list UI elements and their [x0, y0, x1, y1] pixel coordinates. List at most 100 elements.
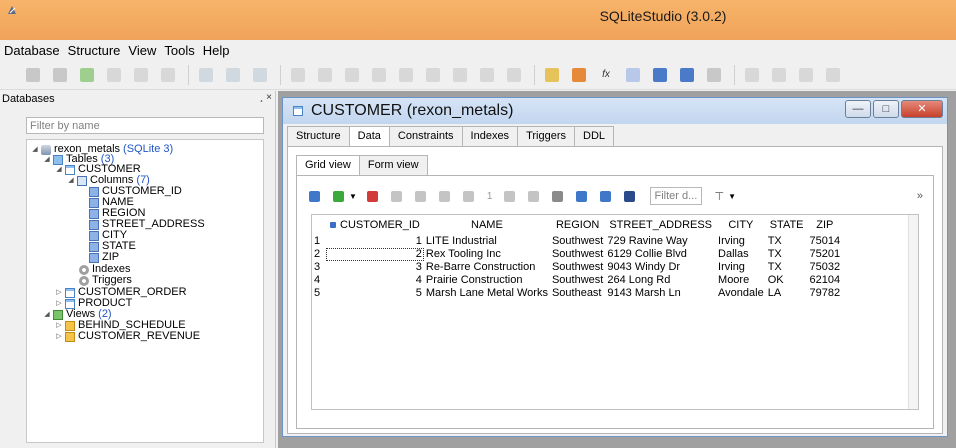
row-number[interactable]: 2	[312, 248, 326, 261]
tree-view-customer-revenue[interactable]: ▷ CUSTOMER_REVENUE	[55, 330, 200, 343]
column-header[interactable]: CUSTOMER_ID	[326, 215, 424, 235]
menu-database[interactable]: Database	[4, 43, 60, 58]
table-cell[interactable]: Southwest	[550, 261, 605, 274]
tab-constraints[interactable]: Constraints	[388, 126, 463, 146]
table-cell[interactable]: 5	[326, 287, 424, 300]
commit-icon[interactable]	[390, 190, 402, 202]
table-cell[interactable]: 9043 Windy Dr	[605, 261, 716, 274]
delete-row-icon[interactable]	[366, 190, 378, 202]
table-cell[interactable]: Prairie Construction	[424, 274, 550, 287]
tile-horizontal-icon[interactable]	[772, 67, 786, 82]
table-cell[interactable]: Rex Tooling Inc	[424, 248, 550, 261]
table-cell[interactable]: Irving	[716, 235, 766, 248]
column-header[interactable]: REGION	[549, 215, 606, 235]
add-db-icon[interactable]	[80, 67, 94, 82]
expanded-arrow-icon[interactable]: ◢	[55, 163, 63, 176]
grid-scrollbar[interactable]	[908, 215, 918, 409]
delete-view-icon[interactable]	[507, 67, 521, 82]
tile-vertical-icon[interactable]	[799, 67, 813, 82]
table-cell[interactable]: OK	[766, 274, 808, 287]
refresh-icon[interactable]	[309, 190, 320, 202]
filter-mode-dropdown-icon[interactable]: ▼	[728, 192, 736, 201]
functions-icon[interactable]: fx	[599, 68, 613, 82]
db-filter-input[interactable]	[26, 117, 264, 134]
delete-trigger-icon[interactable]	[426, 67, 440, 82]
table-cell[interactable]: 2	[326, 248, 424, 261]
table-cell[interactable]: Dallas	[716, 248, 766, 261]
edit-view-icon[interactable]	[480, 67, 494, 82]
tab-form-view[interactable]: Form view	[358, 155, 428, 175]
data-filter-input[interactable]	[650, 187, 703, 205]
more-tools-icon[interactable]: »	[917, 190, 923, 202]
table-cell[interactable]: Southwest	[550, 235, 605, 248]
column-header[interactable]: CITY	[716, 215, 766, 235]
menu-structure[interactable]: Structure	[68, 43, 121, 58]
import-icon[interactable]	[572, 67, 586, 82]
create-index-icon[interactable]	[291, 67, 305, 82]
first-page-icon[interactable]	[438, 190, 450, 202]
column-header[interactable]: STATE	[765, 215, 808, 235]
table-cell[interactable]: TX	[766, 235, 808, 248]
edit-trigger-icon[interactable]	[399, 67, 413, 82]
next-page-icon[interactable]	[504, 190, 516, 202]
table-cell[interactable]: 3	[326, 261, 424, 274]
configure-icon[interactable]	[707, 67, 721, 82]
close-button[interactable]: ✕	[901, 100, 943, 118]
dock-float-close-icon[interactable]: ¸ ×	[260, 92, 272, 103]
table-cell[interactable]: Southwest	[550, 248, 605, 261]
table-cell[interactable]: TX	[766, 261, 808, 274]
expanded-arrow-icon[interactable]: ◢	[31, 143, 39, 156]
last-page-icon[interactable]	[528, 190, 540, 202]
table-cell[interactable]: 4	[326, 274, 424, 287]
create-trigger-icon[interactable]	[372, 67, 386, 82]
minimize-button[interactable]: —	[845, 100, 871, 118]
clear-filter-icon[interactable]	[624, 190, 636, 202]
table-cell[interactable]: 9143 Marsh Ln	[605, 287, 716, 300]
edit-index-icon[interactable]	[318, 67, 332, 82]
cascade-windows-icon[interactable]	[826, 67, 840, 82]
tab-ddl[interactable]: DDL	[574, 126, 615, 146]
table-cell[interactable]: LITE Industrial	[424, 235, 550, 248]
remove-db-icon[interactable]	[134, 67, 148, 82]
table-cell[interactable]: 62104	[808, 274, 843, 287]
tab-triggers[interactable]: Triggers	[517, 126, 575, 146]
collapsed-arrow-icon[interactable]: ▷	[55, 330, 63, 343]
collations-icon[interactable]	[626, 67, 640, 82]
table-cell[interactable]: TX	[766, 248, 808, 261]
table-cell[interactable]: Re-Barre Construction	[424, 261, 550, 274]
rollback-icon[interactable]	[414, 190, 426, 202]
table-cell[interactable]: 75201	[808, 248, 843, 261]
table-cell[interactable]: 1	[326, 235, 424, 248]
menu-tools[interactable]: Tools	[164, 43, 194, 58]
edit-table-icon[interactable]	[226, 67, 240, 82]
connect-db-icon[interactable]	[26, 67, 40, 82]
edit-db-icon[interactable]	[107, 67, 121, 82]
expanded-arrow-icon[interactable]: ◢	[43, 308, 51, 321]
create-view-icon[interactable]	[453, 67, 467, 82]
table-cell[interactable]: Marsh Lane Metal Works	[424, 287, 550, 300]
insert-row-icon[interactable]	[333, 190, 344, 202]
row-number[interactable]: 3	[312, 261, 326, 274]
tab-indexes[interactable]: Indexes	[461, 126, 519, 146]
sql-editor-icon[interactable]	[545, 67, 559, 82]
filter-mode-icon[interactable]: ⊤	[714, 190, 724, 203]
tabs-on-top-icon[interactable]	[576, 190, 588, 202]
delete-index-icon[interactable]	[345, 67, 359, 82]
tab-grid-view[interactable]: Grid view	[296, 155, 360, 176]
table-cell[interactable]: 75014	[808, 235, 843, 248]
row-number[interactable]: 4	[312, 274, 326, 287]
tile-windows-icon[interactable]	[745, 67, 759, 82]
table-cell[interactable]: 79782	[808, 287, 843, 300]
table-cell[interactable]: Southeast	[550, 287, 605, 300]
maximize-button[interactable]: □	[873, 100, 899, 118]
table-cell[interactable]: Southwest	[550, 274, 605, 287]
create-table-icon[interactable]	[199, 67, 213, 82]
extensions-icon[interactable]	[680, 67, 694, 82]
expanded-arrow-icon[interactable]: ◢	[67, 174, 75, 187]
export-icon[interactable]	[653, 67, 667, 82]
tab-data[interactable]: Data	[348, 126, 390, 147]
column-header[interactable]: ZIP	[807, 215, 843, 235]
tabs-on-bottom-icon[interactable]	[600, 190, 612, 202]
table-cell[interactable]: 75032	[808, 261, 843, 274]
table-cell[interactable]: 264 Long Rd	[605, 274, 716, 287]
